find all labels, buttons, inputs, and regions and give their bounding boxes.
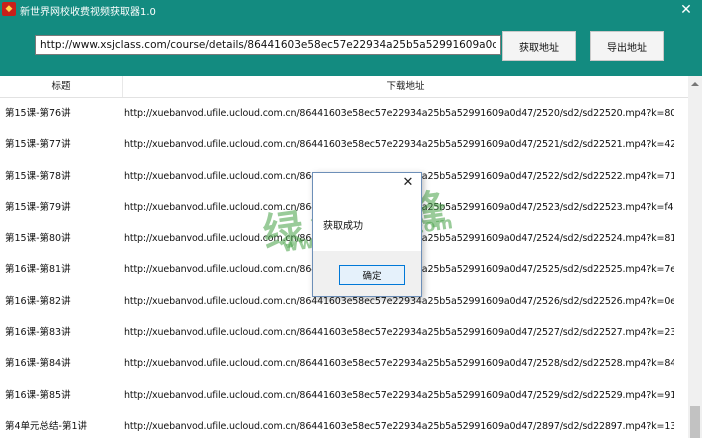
row-title: 第15课-第76讲 — [5, 108, 71, 119]
table-row[interactable]: 第15课-第76讲 http://xuebanvod.ufile.ucloud.… — [0, 98, 688, 129]
row-title: 第16课-第82讲 — [5, 295, 71, 307]
row-title: 第15课-第77讲 — [5, 139, 71, 151]
column-header-title[interactable]: 标题 — [0, 76, 123, 97]
table-row[interactable]: 第16课-第83讲 http://xuebanvod.ufile.ucloud.… — [0, 317, 688, 348]
title-bar: ◆ 新世界网校收费视频获取器1.0 ✕ — [0, 0, 702, 20]
row-title: 第16课-第85讲 — [5, 389, 71, 401]
row-url: http://xuebanvod.ufile.ucloud.com.cn/864… — [124, 108, 674, 119]
row-title: 第16课-第83讲 — [5, 327, 71, 339]
window-title: 新世界网校收费视频获取器1.0 — [20, 7, 156, 18]
table-header: 标题 下载地址 — [0, 76, 688, 98]
row-title: 第15课-第79讲 — [5, 201, 71, 213]
toolbar: 获取地址 导出地址 — [0, 20, 702, 76]
row-url: http://xuebanvod.ufile.ucloud.com.cn/864… — [124, 420, 674, 432]
course-url-input[interactable] — [35, 35, 501, 55]
table-row[interactable]: 第15课-第77讲 http://xuebanvod.ufile.ucloud.… — [0, 129, 688, 160]
row-title: 第15课-第80讲 — [5, 233, 71, 245]
table-row[interactable]: 第4单元总结-第1讲 http://xuebanvod.ufile.ucloud… — [0, 411, 688, 438]
table-row[interactable]: 第16课-第85讲 http://xuebanvod.ufile.ucloud.… — [0, 380, 688, 411]
vertical-scrollbar[interactable] — [688, 76, 702, 438]
row-title: 第15课-第78讲 — [5, 170, 71, 182]
dialog-close-button[interactable]: ✕ — [401, 175, 415, 190]
export-address-button[interactable]: 导出地址 — [590, 31, 664, 61]
row-url: http://xuebanvod.ufile.ucloud.com.cn/864… — [124, 358, 674, 370]
dialog-footer: 确定 — [313, 251, 421, 296]
row-url: http://xuebanvod.ufile.ucloud.com.cn/864… — [124, 139, 674, 151]
dialog-message: 获取成功 — [323, 221, 363, 232]
row-title: 第16课-第84讲 — [5, 358, 71, 370]
window-close-button[interactable]: ✕ — [676, 0, 696, 20]
column-header-url[interactable]: 下载地址 — [123, 76, 688, 97]
row-title: 第16课-第81讲 — [5, 264, 71, 276]
dialog-body: 获取成功 — [313, 193, 421, 251]
row-url: http://xuebanvod.ufile.ucloud.com.cn/864… — [124, 327, 674, 339]
get-address-button[interactable]: 获取地址 — [502, 31, 576, 61]
table-row[interactable]: 第16课-第84讲 http://xuebanvod.ufile.ucloud.… — [0, 348, 688, 379]
row-url: http://xuebanvod.ufile.ucloud.com.cn/864… — [124, 389, 674, 401]
row-title: 第4单元总结-第1讲 — [5, 420, 88, 432]
ok-button[interactable]: 确定 — [339, 265, 405, 285]
scroll-up-arrow-icon[interactable] — [691, 82, 699, 86]
scrollbar-thumb[interactable] — [690, 406, 700, 438]
message-dialog: ✕ 获取成功 确定 — [312, 172, 422, 297]
app-icon: ◆ — [2, 2, 16, 16]
